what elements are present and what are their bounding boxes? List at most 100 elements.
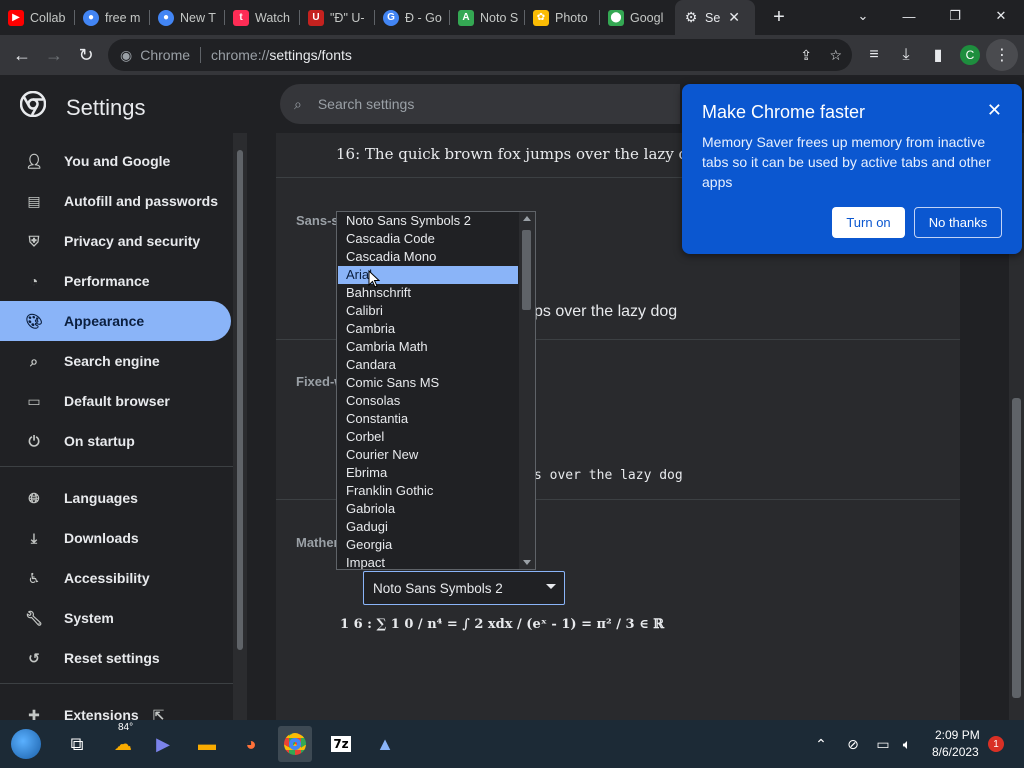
font-dropdown-list[interactable]: Noto Sans Symbols 2 Cascadia Code Cascad… — [336, 211, 536, 570]
tab-2[interactable]: ● New T — [150, 0, 225, 35]
dropdown-scrollbar-thumb[interactable] — [522, 230, 531, 310]
tab-4[interactable]: U "Ð" U- — [300, 0, 375, 35]
list-item[interactable]: Corbel — [338, 428, 518, 446]
list-item-highlighted[interactable]: Arial — [338, 266, 518, 284]
list-item[interactable]: Cambria — [338, 320, 518, 338]
bookmark-star-icon[interactable]: ☆ — [829, 47, 842, 64]
clock-date[interactable]: 8/6/2023 — [932, 745, 979, 759]
tab-1[interactable]: ● free m — [75, 0, 150, 35]
avatar: C — [960, 45, 980, 65]
7zip-icon[interactable]: 7z — [324, 726, 358, 762]
close-icon[interactable]: ✕ — [987, 100, 1002, 121]
profile-button[interactable]: C — [954, 39, 986, 71]
sans-serif-sample-text: ps over the lazy dog — [534, 303, 678, 320]
list-item[interactable]: Ebrima — [338, 464, 518, 482]
speedometer-icon: ◔ — [29, 273, 39, 289]
no-thanks-button[interactable]: No thanks — [914, 207, 1002, 238]
chrome-taskbar-icon[interactable] — [278, 726, 312, 762]
clock-time[interactable]: 2:09 PM — [935, 728, 980, 742]
sidebar-item-on-startup[interactable]: ⏻ On startup — [0, 421, 231, 461]
list-item[interactable]: Franklin Gothic — [338, 482, 518, 500]
side-panel-icon[interactable]: ▮ — [922, 39, 954, 71]
main-scrollbar-thumb[interactable] — [1012, 398, 1021, 698]
list-item[interactable]: Noto Sans Symbols 2 — [338, 212, 518, 230]
start-button[interactable] — [6, 726, 46, 762]
sidebar-scrollbar-thumb[interactable] — [237, 150, 243, 650]
sidebar-item-search-engine[interactable]: ⌕ Search engine — [0, 341, 231, 381]
tab-close-icon[interactable]: ✕ — [728, 9, 740, 26]
menu-icon[interactable]: ⋮ — [986, 39, 1018, 71]
gear-icon: ⚙ — [684, 9, 698, 25]
list-item[interactable]: Impact — [338, 554, 518, 569]
task-view-icon[interactable]: ⧉ — [60, 726, 94, 762]
tab-settings[interactable]: ⚙ Se ✕ — [675, 0, 755, 35]
search-icon: ⌕ — [30, 352, 38, 369]
sidebar-item-you-and-google[interactable]: 👤︎ You and Google — [0, 141, 231, 181]
tab-8[interactable]: ⬤ Googl — [600, 0, 675, 35]
list-item[interactable]: Consolas — [338, 392, 518, 410]
forward-button[interactable]: → — [38, 39, 70, 71]
list-item[interactable]: Comic Sans MS — [338, 374, 518, 392]
scroll-up-icon[interactable] — [523, 216, 531, 221]
close-window-button[interactable]: ✕ — [978, 0, 1024, 32]
tab-0[interactable]: ▶ Collab — [0, 0, 75, 35]
list-item[interactable]: Gabriola — [338, 500, 518, 518]
file-explorer-icon[interactable]: ▬ — [190, 726, 224, 762]
sidebar-item-performance[interactable]: ◔ Performance — [0, 261, 231, 301]
maximize-button[interactable]: ❐ — [932, 0, 978, 32]
show-hidden-icons-chevron-up-icon[interactable]: ⌃ — [804, 726, 838, 762]
tab-search-icon[interactable]: ⌄ — [840, 0, 886, 32]
list-item[interactable]: Cascadia Code — [338, 230, 518, 248]
sidebar-item-languages[interactable]: 🌐︎ Languages — [0, 478, 231, 518]
google-maps-icon: ⬤ — [608, 9, 624, 26]
turn-on-button[interactable]: Turn on — [832, 207, 905, 238]
search-settings-input[interactable]: ⌕ Search settings — [280, 84, 680, 124]
list-item[interactable]: Cascadia Mono — [338, 248, 518, 266]
windows-logo-icon — [11, 729, 41, 759]
sidebar-item-reset[interactable]: ↺ Reset settings — [0, 638, 231, 678]
network-off-icon[interactable]: ⊘ — [836, 726, 870, 762]
sidebar-item-extensions[interactable]: ✚ Extensions ⇱ — [0, 695, 231, 721]
list-item[interactable]: Constantia — [338, 410, 518, 428]
download-icon[interactable]: ⤓ — [890, 39, 922, 71]
tab-7[interactable]: ✿ Photo — [525, 0, 600, 35]
list-item[interactable]: Candara — [338, 356, 518, 374]
reading-list-icon[interactable]: ≡ — [858, 39, 890, 71]
clipboard-icon: ▤ — [27, 192, 41, 209]
accessibility-icon: ♿︎ — [27, 569, 41, 586]
firefox-icon[interactable]: ◕ — [234, 726, 268, 762]
list-item[interactable]: Courier New — [338, 446, 518, 464]
app-icon[interactable]: ▲ — [368, 726, 402, 762]
list-item[interactable]: Bahnschrift — [338, 284, 518, 302]
google-photos-icon: ✿ — [533, 9, 549, 26]
sidebar-item-default-browser[interactable]: ▭ Default browser — [0, 381, 231, 421]
list-item[interactable]: Calibri — [338, 302, 518, 320]
sidebar-item-privacy[interactable]: ⛨ Privacy and security — [0, 221, 231, 261]
mouse-cursor-icon — [368, 270, 380, 288]
address-bar[interactable]: ◉ Chrome chrome://settings/fonts ⇪ ☆ — [108, 39, 852, 71]
tab-3[interactable]: t Watch — [225, 0, 300, 35]
page-title: Settings — [66, 95, 146, 120]
new-tab-button[interactable]: + — [763, 0, 795, 35]
list-item[interactable]: Cambria Math — [338, 338, 518, 356]
sidebar-item-appearance[interactable]: 🎨︎ Appearance — [0, 301, 231, 341]
notification-badge[interactable]: 1 — [988, 736, 1004, 752]
sidebar-item-downloads[interactable]: ⤓ Downloads — [0, 518, 231, 558]
scroll-down-icon[interactable] — [523, 560, 531, 565]
google-icon: G — [383, 9, 399, 26]
volume-icon[interactable]: 🔈︎ — [890, 726, 924, 762]
reload-button[interactable]: ↻ — [70, 39, 102, 71]
meet-icon[interactable]: ▶ — [146, 726, 180, 762]
share-icon[interactable]: ⇪ — [800, 47, 812, 64]
tab-5[interactable]: GÐ - Go — [375, 0, 450, 35]
math-font-select[interactable]: Noto Sans Symbols 2 — [363, 571, 565, 605]
tab-6[interactable]: A Noto S — [450, 0, 525, 35]
palette-icon: 🎨︎ — [25, 312, 43, 329]
sidebar-item-accessibility[interactable]: ♿︎ Accessibility — [0, 558, 231, 598]
minimize-button[interactable]: — — [886, 0, 932, 32]
list-item[interactable]: Gadugi — [338, 518, 518, 536]
list-item[interactable]: Georgia — [338, 536, 518, 554]
sidebar-item-autofill[interactable]: ▤ Autofill and passwords — [0, 181, 231, 221]
sidebar-item-system[interactable]: 🔧︎ System — [0, 598, 231, 638]
back-button[interactable]: ← — [6, 39, 38, 71]
